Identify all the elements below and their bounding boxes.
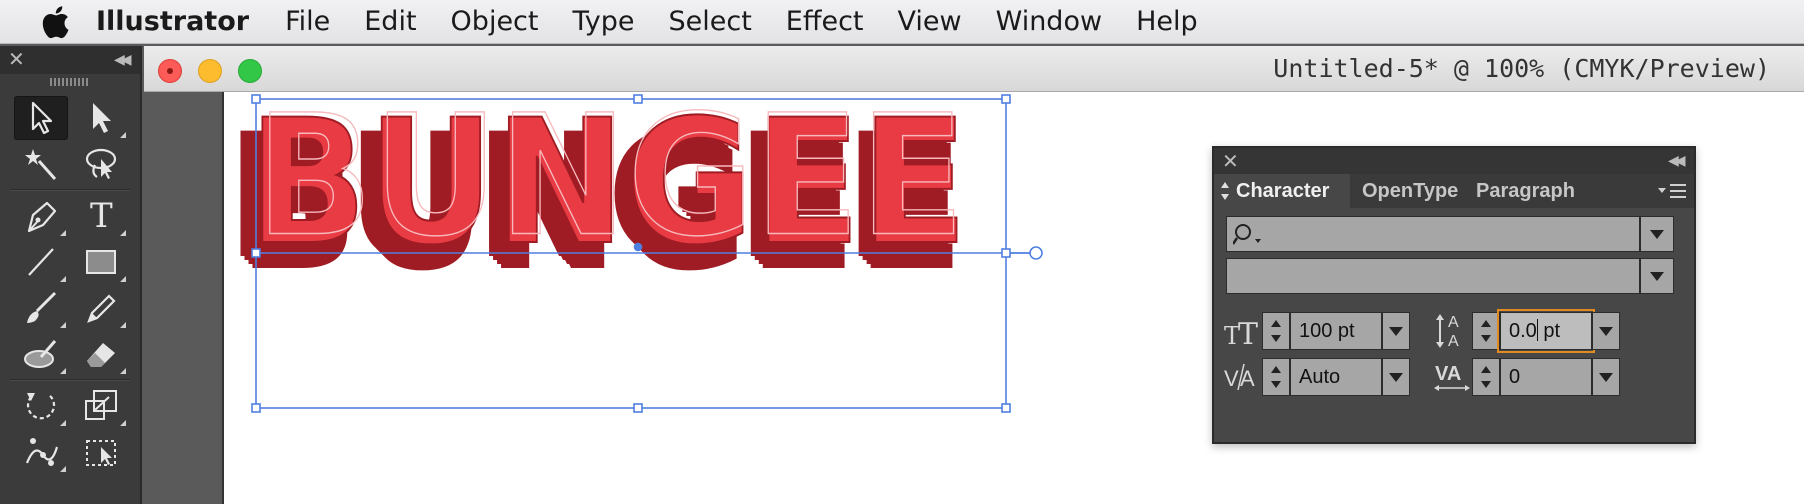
menu-window[interactable]: Window — [996, 6, 1102, 37]
paintbrush-tool[interactable] — [14, 286, 68, 330]
font-style-dropdown[interactable] — [1640, 258, 1674, 294]
collapse-icon[interactable]: ◀◀ — [1668, 154, 1685, 168]
font-size-stepper[interactable] — [1262, 312, 1290, 350]
line-segment-tool-icon — [28, 248, 54, 276]
puppet-warp-tool-icon — [25, 438, 59, 466]
svg-text:V: V — [1224, 366, 1239, 391]
window-zoom-button[interactable] — [238, 59, 262, 83]
magic-wand-tool-icon — [25, 149, 57, 180]
eraser-tool[interactable] — [74, 332, 128, 376]
font-size-icon: T T — [1224, 317, 1258, 350]
menu-edit[interactable]: Edit — [364, 6, 416, 37]
menu-bar: Illustrator File Edit Object Type Select… — [0, 0, 1804, 44]
panel-tabs: Character OpenType Paragraph — [1214, 174, 1694, 208]
kerning-input[interactable]: Auto — [1290, 358, 1382, 396]
text-cursor — [1536, 319, 1538, 341]
leading-unit: pt — [1543, 320, 1561, 342]
blob-brush-tool-icon — [24, 340, 57, 368]
tracking-stepper[interactable] — [1472, 358, 1500, 396]
direct-selection-tool-icon — [93, 103, 111, 133]
svg-text:A: A — [1448, 314, 1459, 331]
direct-selection-tool[interactable] — [74, 96, 128, 140]
pen-tool-icon — [27, 201, 57, 233]
apple-logo-icon[interactable] — [40, 5, 70, 39]
magic-wand-tool[interactable] — [14, 142, 68, 186]
window-minimize-button[interactable] — [198, 59, 222, 83]
document-title: Untitled-5* @ 100% (CMYK/Preview) — [1273, 54, 1770, 83]
leading-input[interactable]: 0.0 pt — [1497, 309, 1595, 353]
tab-options-arrows-icon — [1221, 182, 1229, 200]
scale-tool-icon — [85, 390, 117, 420]
menu-type[interactable]: Type — [572, 6, 634, 37]
tab-opentype[interactable]: OpenType — [1352, 174, 1464, 208]
kerning-icon: V A — [1224, 363, 1255, 391]
collapse-icon[interactable]: ◀◀ — [114, 53, 131, 67]
svg-text:A: A — [1240, 366, 1255, 391]
rectangle-tool[interactable] — [74, 240, 128, 284]
close-icon[interactable]: ✕ — [8, 49, 25, 69]
tracking-icon: VA — [1434, 363, 1470, 391]
font-style-field[interactable] — [1226, 258, 1640, 294]
menu-object[interactable]: Object — [451, 6, 539, 37]
document-titlebar: Untitled-5* @ 100% (CMYK/Preview) — [144, 46, 1804, 92]
line-segment-tool[interactable] — [14, 240, 68, 284]
rectangle-tool-icon — [86, 250, 116, 274]
selection-tool[interactable] — [14, 96, 68, 140]
font-size-input[interactable]: 100 pt — [1290, 312, 1382, 350]
font-size-dropdown[interactable] — [1382, 312, 1410, 350]
tab-character[interactable]: Character — [1214, 174, 1350, 208]
window-close-button[interactable] — [158, 59, 182, 83]
pencil-tool-icon — [87, 294, 116, 323]
menu-help[interactable]: Help — [1136, 6, 1198, 37]
leading-icon: A A — [1436, 314, 1459, 348]
bungee-inline: BUNGEE — [256, 92, 965, 273]
free-transform-tool[interactable] — [74, 430, 128, 474]
rotate-tool[interactable] — [14, 384, 68, 428]
leading-dropdown[interactable] — [1592, 312, 1620, 350]
blob-brush-tool[interactable] — [14, 332, 68, 376]
menu-view[interactable]: View — [898, 6, 962, 37]
lasso-tool-icon — [85, 148, 117, 179]
puppet-warp-tool[interactable] — [14, 430, 68, 474]
tools-panel-header: ✕ ◀◀ — [0, 46, 140, 74]
search-icon — [1233, 224, 1261, 245]
font-family-field[interactable] — [1226, 216, 1640, 252]
leading-stepper[interactable] — [1472, 312, 1500, 350]
tracking-dropdown[interactable] — [1592, 358, 1620, 396]
selection-tool-icon — [31, 101, 53, 135]
type-tool-icon: T — [90, 196, 113, 236]
close-icon[interactable]: ✕ — [1222, 151, 1239, 171]
scale-tool[interactable] — [74, 384, 128, 428]
rotate-tool-icon — [26, 393, 56, 420]
menu-effect[interactable]: Effect — [786, 6, 864, 37]
kerning-dropdown[interactable] — [1382, 358, 1410, 396]
leading-value: 0.0 — [1509, 320, 1537, 342]
menu-select[interactable]: Select — [669, 6, 752, 37]
pen-tool[interactable] — [14, 194, 68, 238]
free-transform-tool-icon — [86, 440, 116, 466]
paintbrush-tool-icon — [27, 291, 57, 323]
pencil-tool[interactable] — [74, 286, 128, 330]
type-tool[interactable]: T — [74, 194, 128, 238]
eraser-tool-icon — [87, 343, 115, 367]
character-panel: ✕ ◀◀ Character OpenType Paragraph T T 10… — [1212, 146, 1696, 444]
panel-menu-icon[interactable] — [1658, 182, 1686, 200]
menu-file[interactable]: File — [285, 6, 330, 37]
panel-grip[interactable] — [50, 78, 90, 86]
character-panel-header[interactable]: ✕ ◀◀ — [1214, 148, 1694, 174]
svg-text:A: A — [1448, 333, 1459, 348]
menu-app-illustrator[interactable]: Illustrator — [96, 6, 249, 37]
kerning-stepper[interactable] — [1262, 358, 1290, 396]
tracking-input[interactable]: 0 — [1500, 358, 1592, 396]
lasso-tool[interactable] — [74, 142, 128, 186]
font-family-dropdown[interactable] — [1640, 216, 1674, 252]
svg-text:T: T — [1238, 317, 1258, 350]
tab-paragraph[interactable]: Paragraph — [1466, 174, 1580, 208]
svg-text:VA: VA — [1435, 363, 1461, 385]
tools-panel: ✕ ◀◀ T — [0, 46, 142, 504]
